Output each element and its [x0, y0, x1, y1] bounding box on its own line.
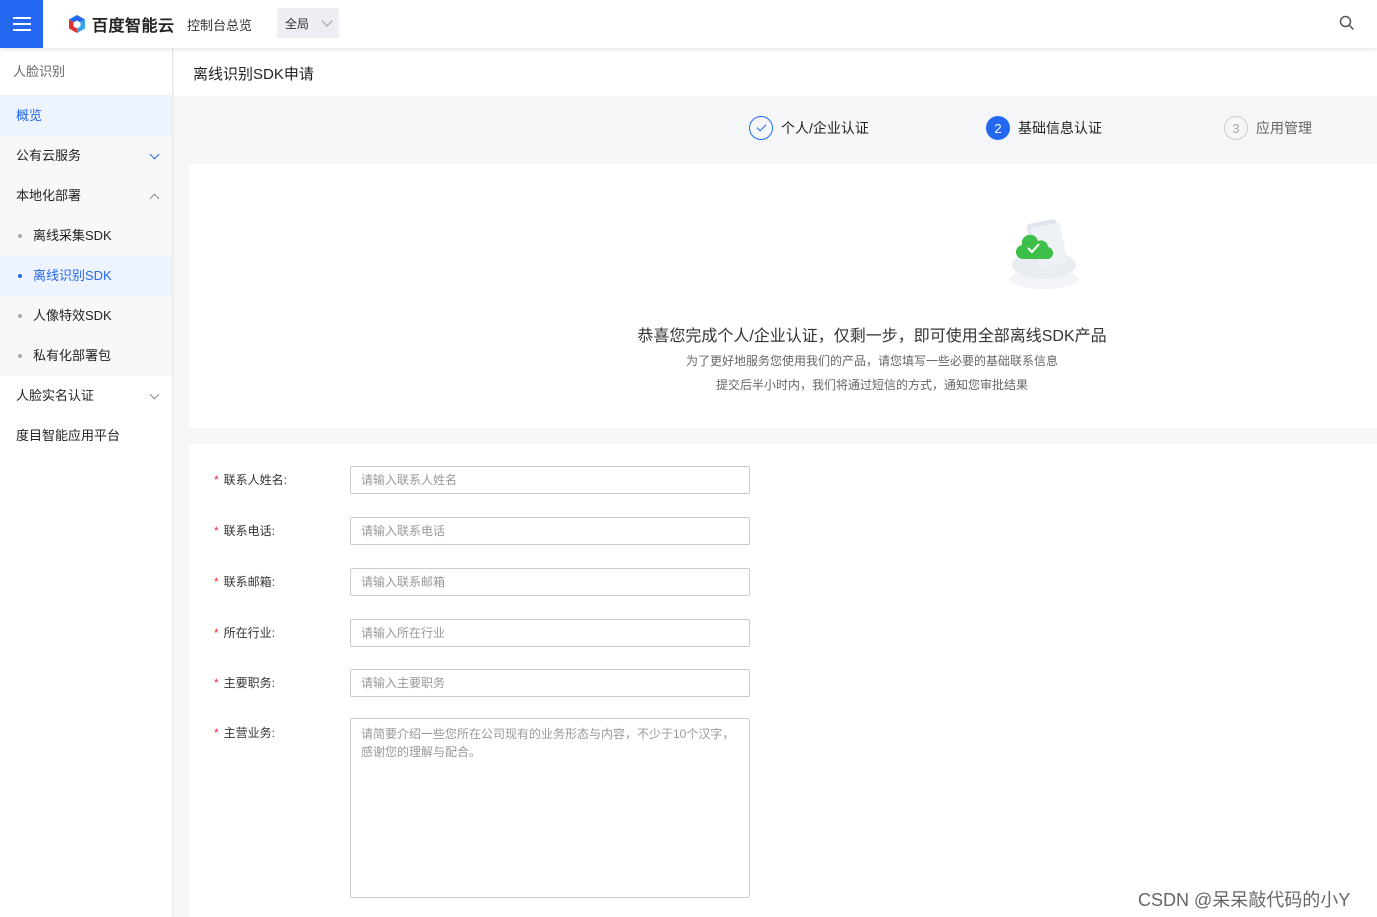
contact-email-input[interactable] [350, 568, 750, 596]
form-label: * 主要职务: [214, 674, 275, 691]
form-label-text: 主要职务: [223, 676, 276, 690]
chevron-up-icon [149, 193, 160, 204]
success-panel: 恭喜您完成个人/企业认证，仅剩一步，即可使用全部离线SDK产品 为了更好地服务您… [189, 164, 1377, 428]
sidebar-subitem-label: 离线识别SDK [33, 268, 112, 283]
sidebar-title: 人脸识别 [0, 48, 172, 96]
sidebar-item-local-deploy[interactable]: 本地化部署 [0, 176, 172, 216]
hamburger-menu-button[interactable] [0, 0, 43, 48]
contact-name-input[interactable] [350, 466, 750, 494]
sidebar-item-public-cloud[interactable]: 公有云服务 [0, 136, 172, 176]
form-label: * 联系电话: [214, 522, 275, 539]
logo-cube-icon [67, 14, 87, 34]
contact-info-form: * 联系人姓名: * 联系电话: * 联系邮箱: * 所在行业: * 主要职务: * 主营业… [189, 444, 1377, 917]
logo-text: 百度智能云 [92, 18, 175, 35]
csdn-watermark: CSDN @呆呆敲代码的小Y [1138, 890, 1351, 910]
sidebar-item-overview[interactable]: 概览 [0, 96, 172, 136]
success-notice: 提交后半小时内，我们将通过短信的方式，通知您审批结果 [715, 378, 1028, 392]
form-label: * 联系人姓名: [214, 471, 287, 488]
required-mark: * [214, 676, 219, 690]
main-business-textarea[interactable] [350, 718, 750, 898]
sidebar-item-label: 度目智能应用平台 [16, 428, 121, 443]
step-personal-enterprise-auth: 个人/企业认证 [749, 116, 869, 140]
sidebar-item-dumu-platform[interactable]: 度目智能应用平台 [0, 416, 172, 456]
required-mark: * [214, 473, 219, 487]
step-label: 应用管理 [1256, 120, 1312, 136]
form-label-text: 所在行业: [223, 626, 276, 640]
sidebar-subitem-offline-recognition-sdk[interactable]: 离线识别SDK [0, 256, 172, 296]
search-icon[interactable] [1339, 15, 1355, 31]
sidebar-item-label: 概览 [16, 108, 43, 123]
industry-input[interactable] [350, 619, 750, 647]
required-mark: * [214, 524, 219, 538]
sidebar-subitem-label: 离线采集SDK [33, 228, 112, 243]
success-title: 恭喜您完成个人/企业认证，仅剩一步，即可使用全部离线SDK产品 [637, 328, 1107, 345]
check-icon [756, 121, 766, 132]
form-label-text: 联系邮箱: [223, 575, 276, 589]
sidebar-item-label: 公有云服务 [16, 148, 82, 163]
success-shield-icon [1008, 215, 1080, 295]
step-basic-info-auth: 2 基础信息认证 [986, 116, 1102, 140]
form-label: * 所在行业: [214, 624, 275, 641]
step-number: 3 [1224, 116, 1248, 140]
required-mark: * [214, 626, 219, 640]
sidebar-item-label: 本地化部署 [16, 188, 82, 203]
chevron-down-icon [149, 149, 160, 160]
page-title-bar: 离线识别SDK申请 [174, 48, 1377, 96]
contact-phone-input[interactable] [350, 517, 750, 545]
steps-bar: 个人/企业认证 2 基础信息认证 3 应用管理 [189, 96, 1377, 164]
step-number: 2 [986, 116, 1010, 140]
sidebar-subitem-label: 人像特效SDK [33, 308, 112, 323]
menu-icon [12, 23, 31, 25]
top-bar: 百度智能云 控制台总览 全局 [0, 0, 1377, 48]
page-title: 离线识别SDK申请 [193, 66, 314, 83]
form-label: * 联系邮箱: [214, 573, 275, 590]
step-label: 基础信息认证 [1018, 120, 1102, 136]
success-description: 为了更好地服务您使用我们的产品，请您填写一些必要的基础联系信息 [685, 354, 1058, 368]
sidebar-subitem-offline-capture-sdk[interactable]: 离线采集SDK [0, 216, 172, 256]
console-overview-link[interactable]: 控制台总览 [187, 15, 252, 34]
form-label-text: 主营业务: [223, 726, 276, 740]
chevron-down-icon [321, 15, 333, 27]
sidebar: 人脸识别 概览 公有云服务 本地化部署 离线采集SDK 离线识别SDK 人像特效… [0, 48, 173, 917]
required-mark: * [214, 575, 219, 589]
baidu-cloud-logo[interactable]: 百度智能云 [67, 12, 175, 36]
scope-select[interactable]: 全局 [277, 8, 339, 38]
scope-select-value: 全局 [285, 16, 310, 31]
step-app-management: 3 应用管理 [1224, 116, 1312, 140]
required-mark: * [214, 726, 219, 740]
form-label-text: 联系人姓名: [223, 473, 288, 487]
form-label: * 主营业务: [214, 724, 275, 741]
step-label: 个人/企业认证 [781, 120, 869, 136]
form-label-text: 联系电话: [223, 524, 276, 538]
step-done-icon [749, 116, 773, 140]
position-input[interactable] [350, 669, 750, 697]
